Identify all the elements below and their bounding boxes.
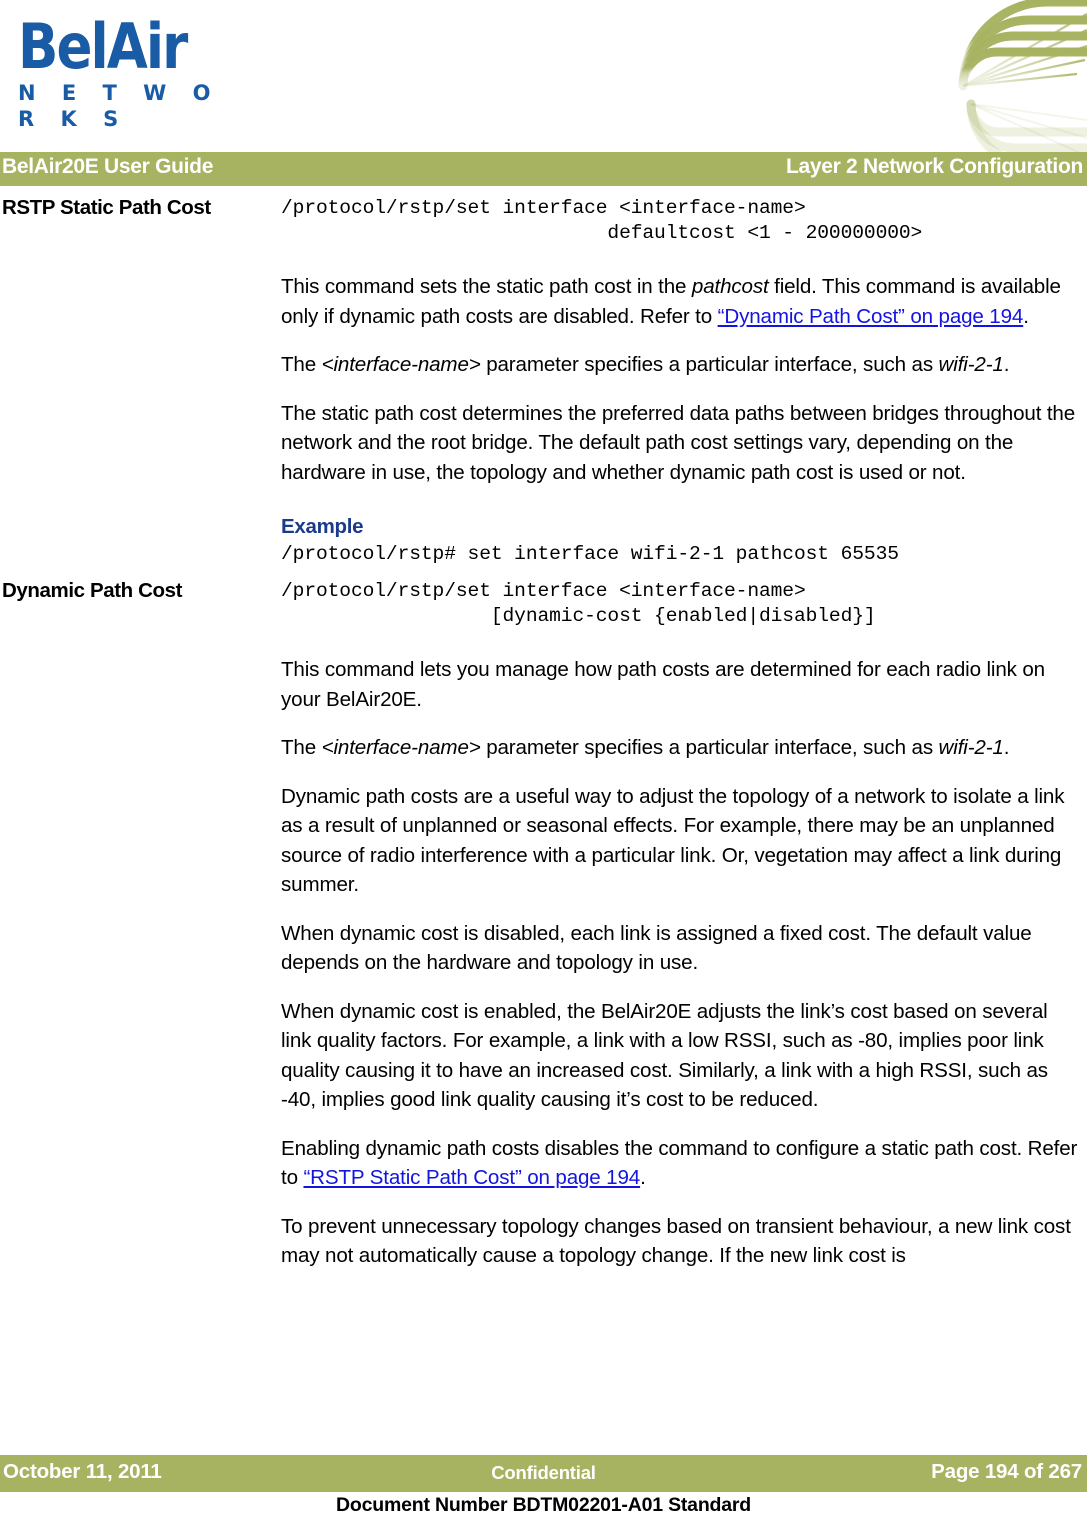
- example-command: /protocol/rstp# set interface wifi-2-1 p…: [281, 543, 899, 565]
- header-document-title: BelAir20E User Guide: [2, 155, 214, 178]
- brand-header: BelAir N E T W O R K S: [0, 0, 1087, 152]
- belair-networks-logo: BelAir N E T W O R K S: [18, 16, 238, 132]
- italic-pathcost: pathcost: [691, 275, 769, 298]
- radiating-web-arcs-icon: [937, 0, 1087, 152]
- paragraph-dynamic-cost-intro: This command lets you manage how path co…: [281, 658, 1045, 711]
- running-footer-bar: October 11, 2011 Confidential Page 194 o…: [0, 1455, 1087, 1492]
- italic-wifi-2-1: wifi-2-1: [938, 353, 1004, 376]
- paragraph-interface-name-param-1: The <interface-name> parameter specifies…: [281, 350, 1081, 380]
- paragraph-dynamic-cost-disabled: When dynamic cost is disabled, each link…: [281, 921, 1032, 975]
- paragraph-static-path-cost-details: The static path cost determines the pref…: [281, 401, 1076, 484]
- text-fragment: The: [281, 736, 322, 759]
- text-fragment: .: [1023, 304, 1029, 328]
- margin-heading-rstp-static-path-cost: RSTP Static Path Cost: [2, 196, 211, 219]
- syntax-line-1: /protocol/rstp/set interface <interface-…: [281, 580, 806, 602]
- paragraph-enabling-disables-static: Enabling dynamic path costs disables the…: [281, 1134, 1081, 1193]
- paragraph-transient-behaviour: To prevent unnecessary topology changes …: [281, 1214, 1071, 1268]
- syntax-line-2: [dynamic-cost {enabled|disabled}]: [281, 605, 876, 627]
- footer-classification: Confidential: [491, 1462, 596, 1483]
- section-body: /protocol/rstp/set interface <interface-…: [281, 196, 1081, 567]
- syntax-line-2: defaultcost <1 - 200000000>: [281, 222, 923, 244]
- paragraph-dynamic-cost-usefulness: Dynamic path costs are a useful way to a…: [281, 784, 1065, 897]
- text-fragment: This command sets the static path cost i…: [281, 275, 692, 298]
- logo-wordmark-secondary: N E T W O R K S: [18, 81, 221, 131]
- syntax-line-1: /protocol/rstp/set interface <interface-…: [281, 197, 806, 219]
- header-chapter-title: Layer 2 Network Configuration: [785, 155, 1083, 178]
- text-fragment: .: [1003, 353, 1010, 376]
- text-fragment: parameter specifies a particular interfa…: [480, 353, 939, 376]
- text-fragment: .: [640, 1166, 646, 1189]
- footer-page-number: Page 194 of 267: [931, 1460, 1082, 1483]
- paragraph-static-path-cost-intro: This command sets the static path cost i…: [281, 272, 1081, 331]
- section-rstp-static-path-cost: RSTP Static Path Cost /protocol/rstp/set…: [0, 196, 1087, 567]
- subheading-example: Example: [281, 515, 364, 538]
- italic-interface-name: <interface-name>: [321, 353, 481, 376]
- cross-reference-link-rstp-static-path-cost[interactable]: “RSTP Static Path Cost” on page 194: [303, 1166, 640, 1189]
- text-fragment: parameter specifies a particular interfa…: [480, 736, 939, 759]
- text-fragment: .: [1003, 736, 1010, 759]
- paragraph-interface-name-param-2: The <interface-name> parameter specifies…: [281, 733, 1081, 763]
- logo-wordmark-primary: BelAir: [18, 10, 188, 83]
- italic-wifi-2-1: wifi-2-1: [938, 736, 1004, 759]
- cross-reference-link-dynamic-path-cost[interactable]: “Dynamic Path Cost” on page 194: [718, 305, 1024, 328]
- italic-interface-name: <interface-name>: [321, 736, 481, 759]
- margin-heading-dynamic-path-cost: Dynamic Path Cost: [2, 579, 183, 602]
- footer-document-number: Document Number BDTM02201-A01 Standard: [336, 1494, 751, 1516]
- running-header-bar: BelAir20E User Guide Layer 2 Network Con…: [0, 152, 1087, 186]
- page-content: RSTP Static Path Cost /protocol/rstp/set…: [0, 196, 1087, 1290]
- paragraph-dynamic-cost-enabled: When dynamic cost is enabled, the BelAir…: [281, 999, 1048, 1112]
- text-fragment: The: [281, 353, 322, 376]
- section-body: /protocol/rstp/set interface <interface-…: [281, 579, 1081, 1271]
- section-dynamic-path-cost: Dynamic Path Cost /protocol/rstp/set int…: [0, 579, 1087, 1271]
